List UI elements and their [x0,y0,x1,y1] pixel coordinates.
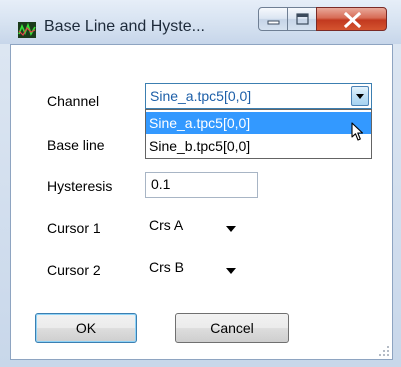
channel-option[interactable]: Sine_a.tpc5[0,0] [146,112,371,134]
minimize-icon [267,20,280,25]
hysteresis-label: Hysteresis [47,178,113,194]
cursor1-value: Crs A [149,217,184,233]
channel-option[interactable]: Sine_b.tpc5[0,0] [146,135,371,157]
channel-value: Sine_a.tpc5[0,0] [150,88,252,104]
cursor2-dropdown[interactable]: Crs B [145,256,244,282]
chevron-down-icon[interactable] [351,86,369,106]
base-line-label: Base line [47,137,105,153]
cursor1-dropdown[interactable]: Crs A [145,214,244,240]
dialog-window: Base Line and Hyste... Channel Sine_a.tp… [0,0,401,367]
minimize-button[interactable] [258,7,288,31]
maximize-button[interactable] [287,7,317,31]
app-icon [18,22,36,38]
dialog-body: Channel Sine_a.tpc5[0,0] Base line Hyste… [10,44,393,360]
cancel-button[interactable]: Cancel [175,313,289,343]
chevron-down-icon [226,226,236,232]
cursor1-label: Cursor 1 [47,220,101,236]
close-icon [343,11,362,29]
title-bar[interactable]: Base Line and Hyste... [0,0,401,44]
resize-grip-icon[interactable] [378,345,390,357]
chevron-down-icon [226,268,236,274]
mouse-pointer-icon [351,122,364,141]
maximize-icon [296,13,309,25]
window-title: Base Line and Hyste... [44,18,205,35]
channel-label: Channel [47,93,100,109]
close-button[interactable] [316,7,387,31]
cursor2-value: Crs B [149,259,184,275]
channel-dropdown-list: Sine_a.tpc5[0,0] Sine_b.tpc5[0,0] [145,109,372,159]
ok-button[interactable]: OK [35,313,137,343]
cursor2-label: Cursor 2 [47,262,101,278]
hysteresis-input[interactable]: 0.1 [145,172,258,198]
channel-combobox[interactable]: Sine_a.tpc5[0,0] [145,83,372,109]
